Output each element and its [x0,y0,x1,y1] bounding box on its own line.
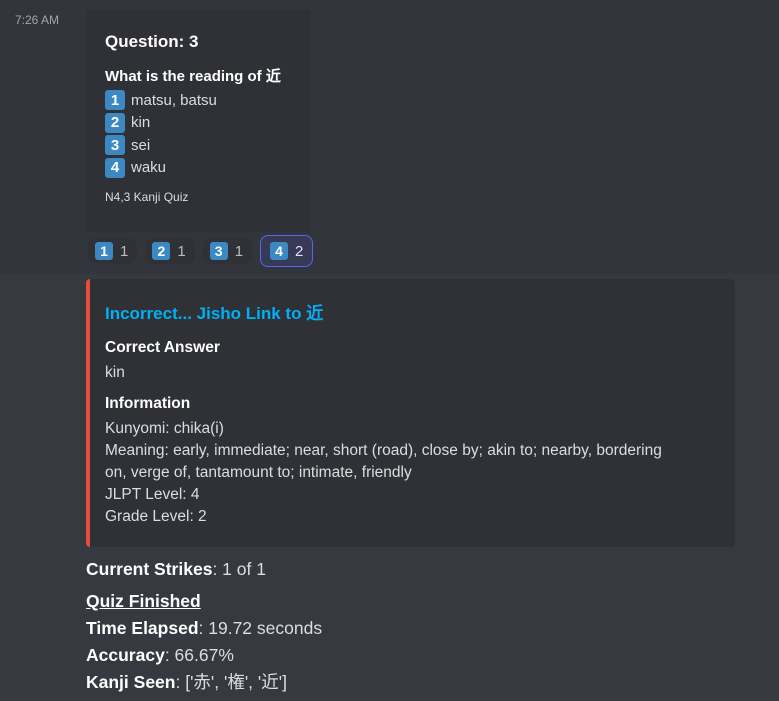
question-text: What is the reading of 近 [105,68,281,85]
info-kunyomi: Kunyomi: chika(i) [105,420,224,437]
keycap-4-icon: 4 [270,242,289,260]
info-meaning-line2: on, verge of, tantamount to; intimate, f… [105,464,412,481]
reaction-3[interactable]: 3 1 [202,238,253,264]
kanji-seen-label: Kanji Seen [86,672,176,692]
keycap-3-icon: 3 [105,135,125,156]
keycap-1-icon: 1 [105,90,125,111]
reaction-2[interactable]: 2 1 [145,238,195,264]
info-grade: Grade Level: 2 [105,508,207,525]
embed-title: Question: 3 [105,32,199,51]
strikes-value: : 1 of 1 [212,559,266,579]
keycap-3-icon: 3 [209,242,228,260]
kanji-seen-line: Kanji Seen: ['赤', '権', '近'] [86,669,322,696]
reaction-count: 1 [120,242,129,260]
option-1: 1 matsu, batsu [105,89,295,112]
option-4: 4 waku [105,157,295,180]
correct-answer-value: kin [105,364,125,381]
reaction-1[interactable]: 1 1 [88,238,138,264]
correct-answer-label: Correct Answer [105,339,220,356]
time-value: : 19.72 seconds [198,618,323,638]
kanji-seen-value: : ['赤', '権', '近'] [175,672,287,692]
reaction-count: 2 [295,242,304,260]
message-timestamp[interactable]: 7:26 AM [15,13,59,27]
keycap-2-icon: 2 [152,242,171,260]
info-meaning-line1: Meaning: early, immediate; near, short (… [105,442,662,459]
keycap-2-icon: 2 [105,112,125,133]
accuracy-line: Accuracy: 66.67% [86,642,322,669]
time-line: Time Elapsed: 19.72 seconds [86,615,322,642]
jisho-link[interactable]: Incorrect... Jisho Link to 近 [105,299,721,324]
strikes-label: Current Strikes [86,559,213,579]
quiz-question-embed: Question: 3 What is the reading of 近 1 m… [86,10,311,232]
result-embed: Incorrect... Jisho Link to 近 Correct Ans… [86,279,735,547]
keycap-4-icon: 4 [105,157,125,178]
option-3: 3 sei [105,134,295,157]
option-text: sei [131,136,151,154]
quiz-finished-heading: Quiz Finished [86,591,201,611]
reaction-bar: 1 1 2 1 3 1 4 2 [88,235,321,267]
option-text: waku [131,159,167,177]
info-jlpt: JLPT Level: 4 [105,486,200,503]
option-text: kin [131,114,151,132]
accuracy-label: Accuracy [86,645,165,665]
option-text: matsu, batsu [131,91,217,109]
option-2: 2 kin [105,112,295,135]
reaction-count: 1 [234,242,244,260]
accuracy-value: : 66.67% [164,645,234,665]
information-label: Information [105,395,191,412]
time-label: Time Elapsed [86,618,199,638]
keycap-1-icon: 1 [95,242,113,260]
quiz-summary: Current Strikes: 1 of 1 Quiz Finished Ti… [86,556,322,696]
embed-footer: N4,3 Kanji Quiz [105,190,189,204]
strikes-line: Current Strikes: 1 of 1 [86,556,322,583]
finished-line: Quiz Finished [86,588,322,615]
reaction-4[interactable]: 4 2 [260,235,314,267]
reaction-count: 1 [177,242,186,260]
